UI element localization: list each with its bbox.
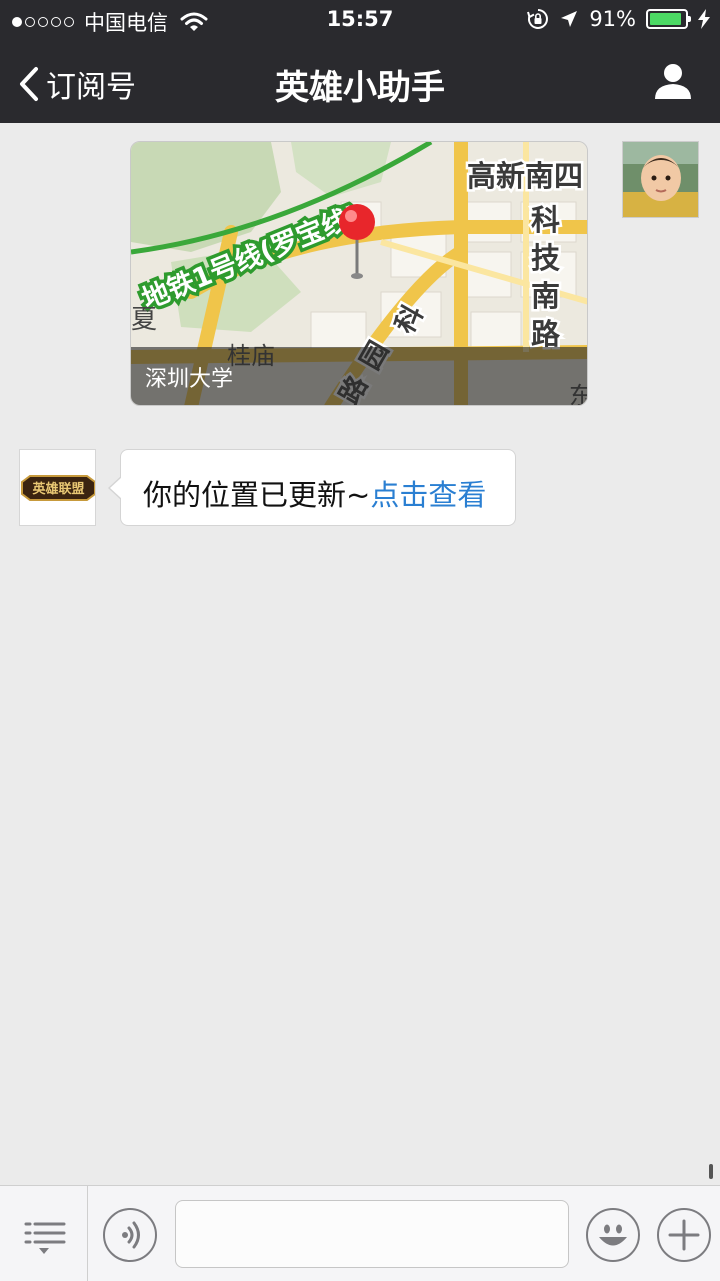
- battery-fill: [650, 13, 681, 25]
- page-title: 英雄小助手: [275, 68, 445, 108]
- avatar-self[interactable]: [622, 141, 699, 218]
- emoji-button[interactable]: [586, 1208, 640, 1262]
- voice-icon: [122, 1221, 140, 1249]
- input-toolbar: [0, 1185, 720, 1281]
- location-arrow-icon: [561, 11, 578, 27]
- plus-icon: [668, 1219, 700, 1251]
- message-input[interactable]: [175, 1200, 569, 1268]
- status-bar: 中国电信 15:57 91%: [0, 0, 720, 40]
- location-caption: 深圳大学: [131, 347, 587, 405]
- nav-bar: 订阅号 英雄小助手: [0, 40, 720, 123]
- location-name: 深圳大学: [145, 367, 234, 392]
- emoji-icon: [599, 1224, 627, 1246]
- map-label-gaoxin: 高新南四: [467, 159, 583, 193]
- text-message[interactable]: 你的位置已更新~点击查看: [108, 449, 516, 526]
- battery-percent: 91%: [589, 7, 636, 31]
- rotation-lock-icon: [527, 9, 549, 29]
- avatar-official-account[interactable]: 英雄联盟: [19, 449, 96, 526]
- league-logo: 英雄联盟: [20, 450, 95, 525]
- person-icon[interactable]: [654, 62, 692, 100]
- voice-button[interactable]: [103, 1208, 157, 1262]
- status-right: 91%: [527, 7, 710, 31]
- avatar-photo: [623, 142, 698, 217]
- svg-text:科: 科: [531, 203, 560, 237]
- svg-text:路: 路: [531, 317, 561, 351]
- view-link[interactable]: 点击查看: [370, 478, 486, 512]
- menu-button[interactable]: [0, 1186, 88, 1281]
- chat-area[interactable]: 地铁1号线(罗宝线) 高新南四 科 技 南 路 科 园 路 桂庙 夏 东: [0, 123, 720, 1185]
- scroll-indicator[interactable]: [709, 1164, 713, 1179]
- location-message[interactable]: 地铁1号线(罗宝线) 高新南四 科 技 南 路 科 园 路 桂庙 夏 东: [130, 141, 588, 406]
- svg-text:技: 技: [531, 241, 560, 275]
- map-label-xia: 夏: [131, 305, 157, 335]
- svg-text:英雄联盟: 英雄联盟: [31, 481, 84, 497]
- battery-icon: [646, 9, 691, 29]
- charging-icon: [698, 9, 710, 29]
- message-text: 你的位置已更新~: [143, 478, 371, 512]
- plus-button[interactable]: [657, 1208, 711, 1262]
- svg-text:南: 南: [531, 279, 560, 313]
- menu-list-icon: [24, 1222, 66, 1254]
